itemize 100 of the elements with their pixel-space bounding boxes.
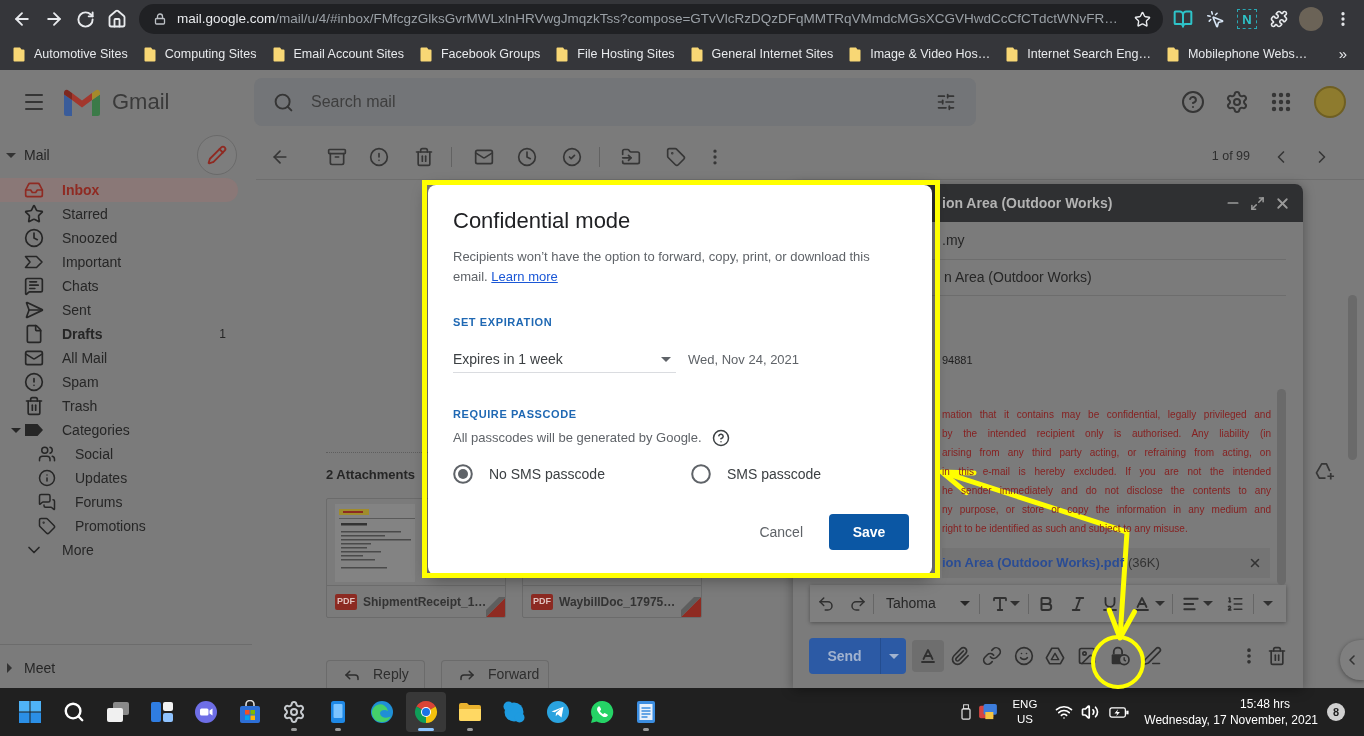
sidebar-item[interactable]: Chats — [0, 274, 238, 298]
check-circle-icon[interactable] — [562, 146, 582, 167]
help-icon[interactable] — [711, 429, 730, 447]
archive-icon[interactable] — [327, 146, 347, 167]
redo-icon[interactable] — [849, 594, 867, 613]
wifi-icon[interactable] — [1055, 703, 1074, 721]
underline-icon[interactable] — [1101, 594, 1119, 613]
notification-badge[interactable]: 8 — [1327, 703, 1345, 721]
bookmark-star-icon[interactable] — [1134, 10, 1151, 28]
undo-icon[interactable] — [817, 594, 835, 613]
font-select[interactable]: Tahoma — [886, 593, 970, 614]
taskbar-button[interactable] — [406, 692, 446, 732]
spam-icon[interactable] — [369, 146, 389, 167]
remove-icon[interactable] — [1248, 556, 1262, 570]
radio-button[interactable] — [453, 464, 473, 484]
formatting-toggle[interactable] — [912, 640, 944, 672]
filter-icon[interactable] — [936, 92, 956, 112]
lock-clock-icon[interactable] — [1110, 646, 1130, 666]
bookmark-folder[interactable]: Email Account Sites — [272, 44, 404, 64]
app-tray-icon[interactable] — [979, 704, 998, 720]
caret-icon[interactable] — [1010, 601, 1020, 606]
bookmark-folder[interactable]: Computing Sites — [143, 44, 257, 64]
text-size-icon[interactable] — [991, 594, 1009, 613]
sidebar-item[interactable]: Categories — [0, 418, 238, 442]
expand-icon[interactable] — [1250, 195, 1265, 211]
save-button[interactable]: Save — [829, 514, 909, 550]
book-icon[interactable] — [1173, 9, 1193, 29]
language-button[interactable]: ENG US — [1012, 697, 1038, 727]
bookmark-folder[interactable]: General Internet Sites — [690, 44, 834, 64]
photo-icon[interactable] — [1077, 646, 1097, 666]
sidebar-item[interactable]: Starred — [0, 202, 238, 226]
reload-icon[interactable] — [76, 9, 95, 29]
trash-icon[interactable] — [1267, 646, 1287, 666]
sidebar-item[interactable]: Spam — [0, 370, 238, 394]
numbered-list-icon[interactable] — [1226, 594, 1244, 613]
avatar[interactable] — [1299, 7, 1323, 31]
settings-icon[interactable] — [1225, 90, 1249, 114]
side-panel-toggle[interactable] — [1340, 640, 1364, 680]
bookmark-folder[interactable]: Mobilephone Webs… — [1166, 44, 1308, 64]
forward-icon[interactable] — [44, 9, 64, 29]
bookmarks-overflow[interactable]: » — [1338, 42, 1347, 66]
emoji-icon[interactable] — [1014, 646, 1034, 666]
trash-icon[interactable] — [414, 146, 434, 167]
learn-more-link[interactable]: Learn more — [491, 269, 558, 284]
sidebar-item[interactable]: Forums — [0, 490, 238, 514]
bookmark-folder[interactable]: Facebook Groups — [420, 44, 541, 64]
address-bar[interactable]: mail.google.com/mail/u/4/#inbox/FMfcgzGlksGvrMWLxlnHRVwgJmqzkTss?compose=GTvVlcRzDQzDFqMMTRqVMmdcMGsXCGVHwdCcCfCTdctWNvFR… — [139, 4, 1163, 34]
volume-icon[interactable] — [1081, 703, 1100, 721]
sidebar-item[interactable]: Promotions — [0, 514, 238, 538]
label-icon[interactable] — [666, 146, 686, 167]
meet-section-header[interactable]: Meet — [0, 656, 256, 680]
add-to-drive-icon[interactable] — [1315, 462, 1336, 481]
bookmark-folder[interactable]: Image & Video Hos… — [849, 44, 991, 64]
mail-section-header[interactable]: Mail — [0, 144, 50, 166]
sidebar-item[interactable]: Drafts 1 — [0, 322, 238, 346]
search-field[interactable]: Search mail — [254, 78, 976, 126]
sidebar-item[interactable]: Trash — [0, 394, 238, 418]
usb-drive-icon[interactable] — [961, 704, 972, 720]
compose-button[interactable] — [197, 135, 237, 175]
sidebar-item[interactable]: All Mail — [0, 346, 238, 370]
passcode-option[interactable]: No SMS passcode — [453, 463, 691, 485]
sidebar-item[interactable]: Social — [0, 442, 238, 466]
clock-button[interactable]: 15:48 hrs Wednesday, 17 November, 2021 — [1144, 696, 1318, 728]
search-icon[interactable] — [273, 91, 294, 113]
sidebar-item[interactable]: Important — [0, 250, 238, 274]
send-options-button[interactable] — [880, 638, 906, 674]
move-to-folder-icon[interactable] — [621, 146, 641, 167]
pen-icon[interactable] — [1142, 646, 1162, 666]
passcode-option[interactable]: SMS passcode — [691, 463, 822, 485]
cursor-click-icon[interactable] — [1205, 9, 1225, 29]
sidebar-item[interactable]: Sent — [0, 298, 238, 322]
bookmark-folder[interactable]: Internet Search Eng… — [1006, 44, 1151, 64]
cancel-button[interactable]: Cancel — [743, 514, 819, 550]
sidebar-item[interactable]: Snoozed — [0, 226, 238, 250]
link-icon[interactable] — [982, 646, 1002, 666]
caret-icon[interactable] — [11, 427, 21, 433]
home-icon[interactable] — [107, 9, 127, 29]
caret-icon[interactable] — [6, 152, 16, 158]
caret-icon[interactable] — [1203, 601, 1213, 606]
expiration-select[interactable]: Expires in 1 week — [453, 347, 676, 373]
sidebar-item[interactable]: Updates — [0, 466, 238, 490]
battery-icon[interactable] — [1109, 706, 1130, 718]
mail-logo-icon[interactable] — [64, 88, 100, 116]
italic-icon[interactable] — [1069, 594, 1087, 613]
sidebar-item[interactable]: More — [0, 538, 238, 562]
caret-icon[interactable] — [7, 663, 12, 673]
back-icon[interactable] — [12, 9, 32, 29]
caret-icon[interactable] — [1263, 601, 1273, 606]
text-color-icon[interactable] — [1133, 594, 1151, 613]
sidebar-item[interactable]: Inbox — [0, 178, 238, 202]
triangle-icon[interactable] — [1045, 646, 1065, 666]
bookmark-folder[interactable]: Automotive Sites — [13, 44, 128, 64]
clock-icon[interactable] — [517, 146, 537, 167]
send-button[interactable]: Send — [809, 638, 880, 674]
attach-icon[interactable] — [950, 646, 970, 666]
caret-icon[interactable] — [1155, 601, 1165, 606]
apps-grid-icon[interactable] — [1269, 90, 1293, 114]
extension-badge[interactable]: N — [1237, 9, 1257, 29]
bookmark-folder[interactable]: File Hosting Sites — [556, 44, 675, 64]
radio-button[interactable] — [691, 464, 711, 484]
